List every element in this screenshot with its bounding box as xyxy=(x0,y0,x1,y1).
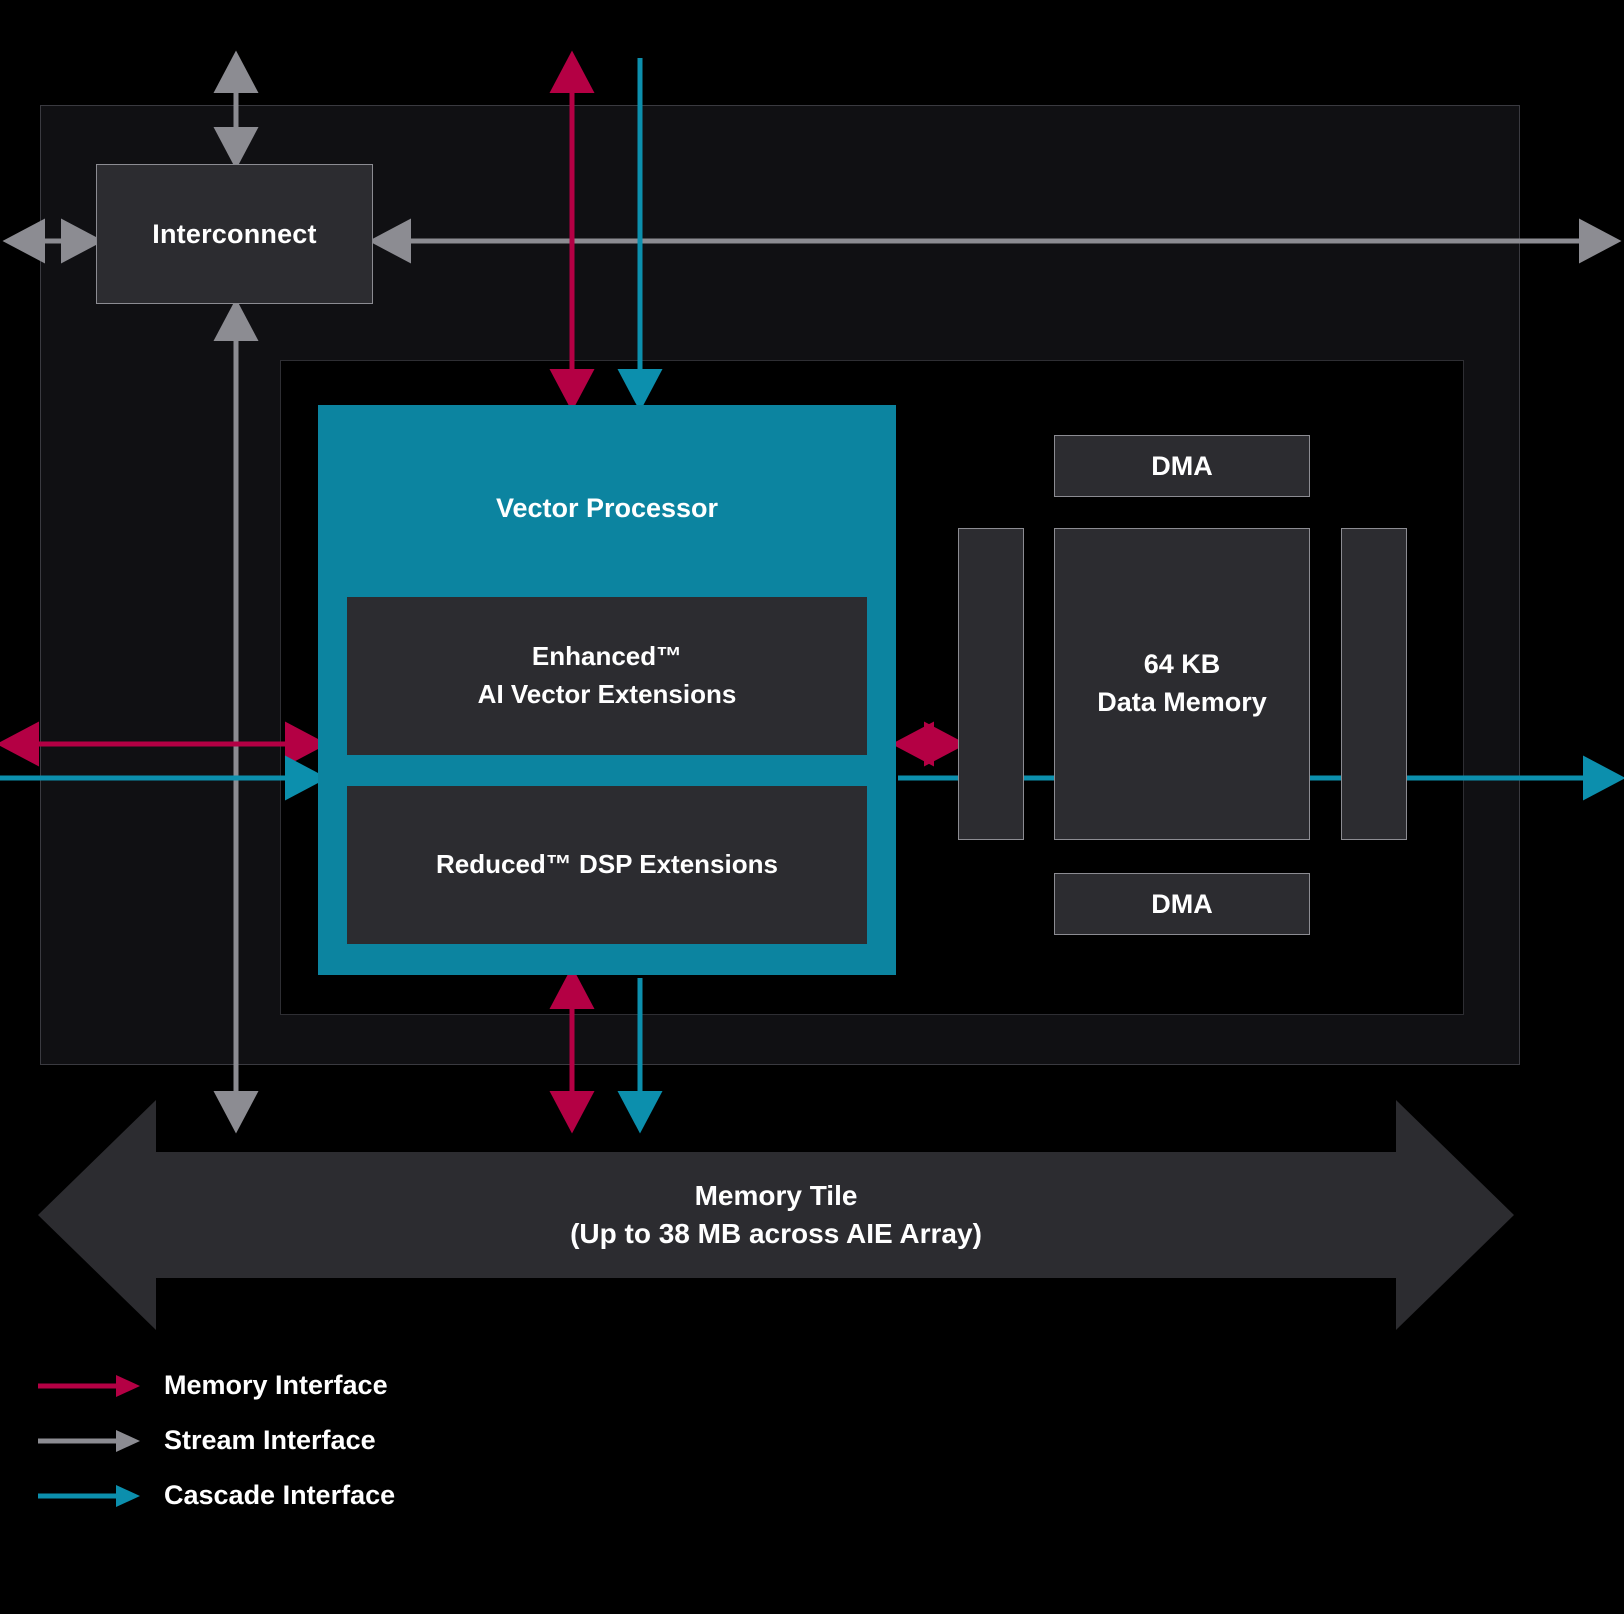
legend-item-cascade-interface: Cascade Interface xyxy=(36,1468,636,1523)
data-memory-block[interactable]: 64 KB Data Memory xyxy=(1054,528,1310,840)
ai-vector-extensions-line2: AI Vector Extensions xyxy=(477,679,737,709)
legend-label-cascade-interface: Cascade Interface xyxy=(164,1480,396,1510)
stream-interface-arrow-icon xyxy=(38,1429,140,1452)
ai-vector-extensions-line1: Enhanced™ xyxy=(531,641,683,672)
memory-bank-right xyxy=(1341,528,1407,840)
diagram-canvas: Interconnect Vector Processor Enhanced™ … xyxy=(0,0,1624,1614)
memory-interface-arrow-icon xyxy=(38,1374,140,1397)
legend-item-stream-interface: Stream Interface xyxy=(36,1413,636,1468)
data-memory-label: 64 KB Data Memory xyxy=(1097,646,1267,722)
memory-bank-left xyxy=(958,528,1024,840)
legend-label-stream-interface: Stream Interface xyxy=(164,1425,376,1455)
vector-processor-block[interactable]: Vector Processor Enhanced™ AI Vector Ext… xyxy=(318,405,896,975)
ai-vector-extensions-block[interactable]: Enhanced™ AI Vector Extensions xyxy=(347,597,867,755)
dma-top-label: DMA xyxy=(1151,450,1213,481)
data-memory-line2: Data Memory xyxy=(1097,687,1267,717)
data-memory-line1: 64 KB xyxy=(1143,649,1221,680)
vector-processor-label: Vector Processor xyxy=(495,493,719,523)
legend: Memory Interface Stream Interface Cascad… xyxy=(36,1358,636,1523)
legend-label-memory-interface: Memory Interface xyxy=(164,1370,388,1400)
memory-tile-block[interactable]: Memory Tile (Up to 38 MB across AIE Arra… xyxy=(38,1100,1514,1330)
dma-top-block[interactable]: DMA xyxy=(1054,435,1310,497)
legend-item-memory-interface: Memory Interface xyxy=(36,1358,636,1413)
interconnect-label: Interconnect xyxy=(152,218,317,249)
dsp-extensions-block[interactable]: Reduced™ DSP Extensions xyxy=(347,786,867,944)
dma-bottom-label: DMA xyxy=(1151,888,1213,919)
dsp-extensions-label: Reduced™ DSP Extensions xyxy=(436,849,778,880)
cascade-interface-arrow-icon xyxy=(38,1484,140,1507)
dma-bottom-block[interactable]: DMA xyxy=(1054,873,1310,935)
ai-vector-extensions-label: Enhanced™ AI Vector Extensions xyxy=(478,638,737,713)
memory-tile-arrow-shape xyxy=(38,1100,1514,1330)
interconnect-block[interactable]: Interconnect xyxy=(96,164,373,304)
